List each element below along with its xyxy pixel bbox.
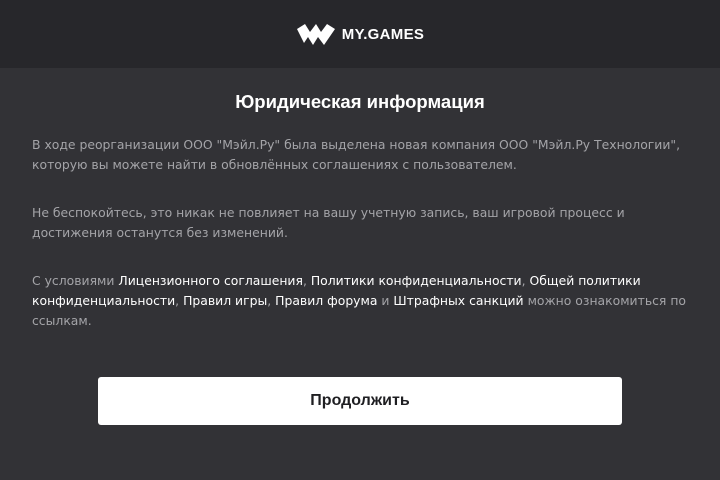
account-unaffected-paragraph: Не беспокойтесь, это никак не повлияет н…: [32, 205, 625, 240]
my-games-m-icon: [296, 22, 336, 46]
reorganization-paragraph: В ходе реорганизации ООО "Мэйл.Ру" была …: [32, 137, 681, 172]
page-title: Юридическая информация: [235, 91, 485, 112]
logo-text: MY.GAMES: [341, 25, 425, 43]
penalties-link[interactable]: Штрафных санкций: [393, 293, 523, 308]
links-conjunction: и: [377, 293, 394, 308]
game-rules-link[interactable]: Правил игры: [183, 293, 267, 308]
header-bar: MY.GAMES: [0, 0, 720, 68]
license-agreement-link[interactable]: Лицензионного соглашения: [118, 273, 303, 288]
links-prefix: С условиями: [32, 273, 119, 288]
links-separator: ,: [267, 293, 276, 308]
privacy-policy-link[interactable]: Политики конфиденциальности: [311, 273, 522, 288]
links-separator: ,: [521, 273, 530, 288]
agreements-links-paragraph: С условиями Лицензионного соглашения, По…: [32, 271, 688, 331]
my-games-logo[interactable]: MY.GAMES: [296, 22, 424, 46]
continue-button[interactable]: Продолжить: [98, 377, 622, 425]
links-separator: ,: [175, 293, 184, 308]
links-separator: ,: [302, 273, 311, 288]
forum-rules-link[interactable]: Правил форума: [275, 293, 377, 308]
legal-info-dialog: Юридическая информация В ходе реорганиза…: [32, 68, 688, 331]
